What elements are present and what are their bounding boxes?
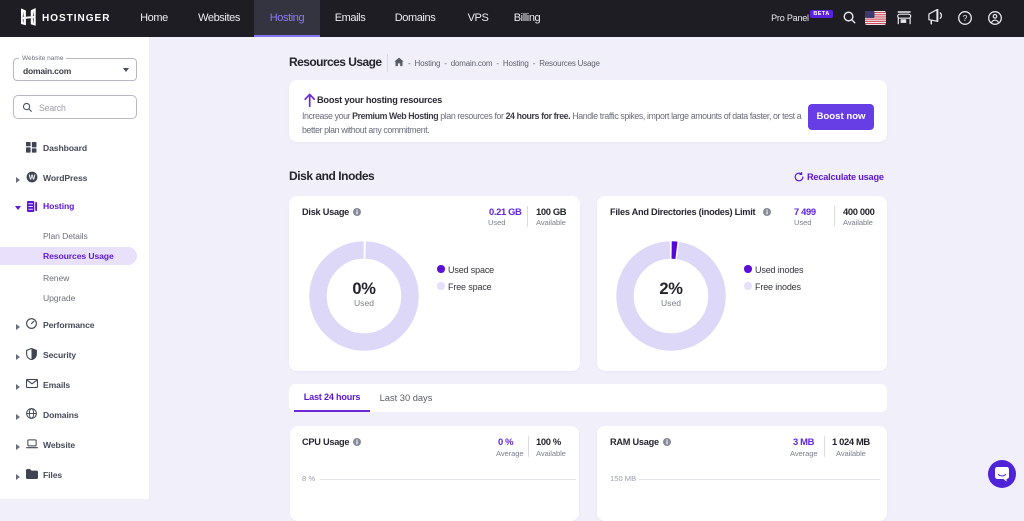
svg-text:W: W (29, 175, 36, 182)
svg-text:?: ? (963, 13, 968, 23)
